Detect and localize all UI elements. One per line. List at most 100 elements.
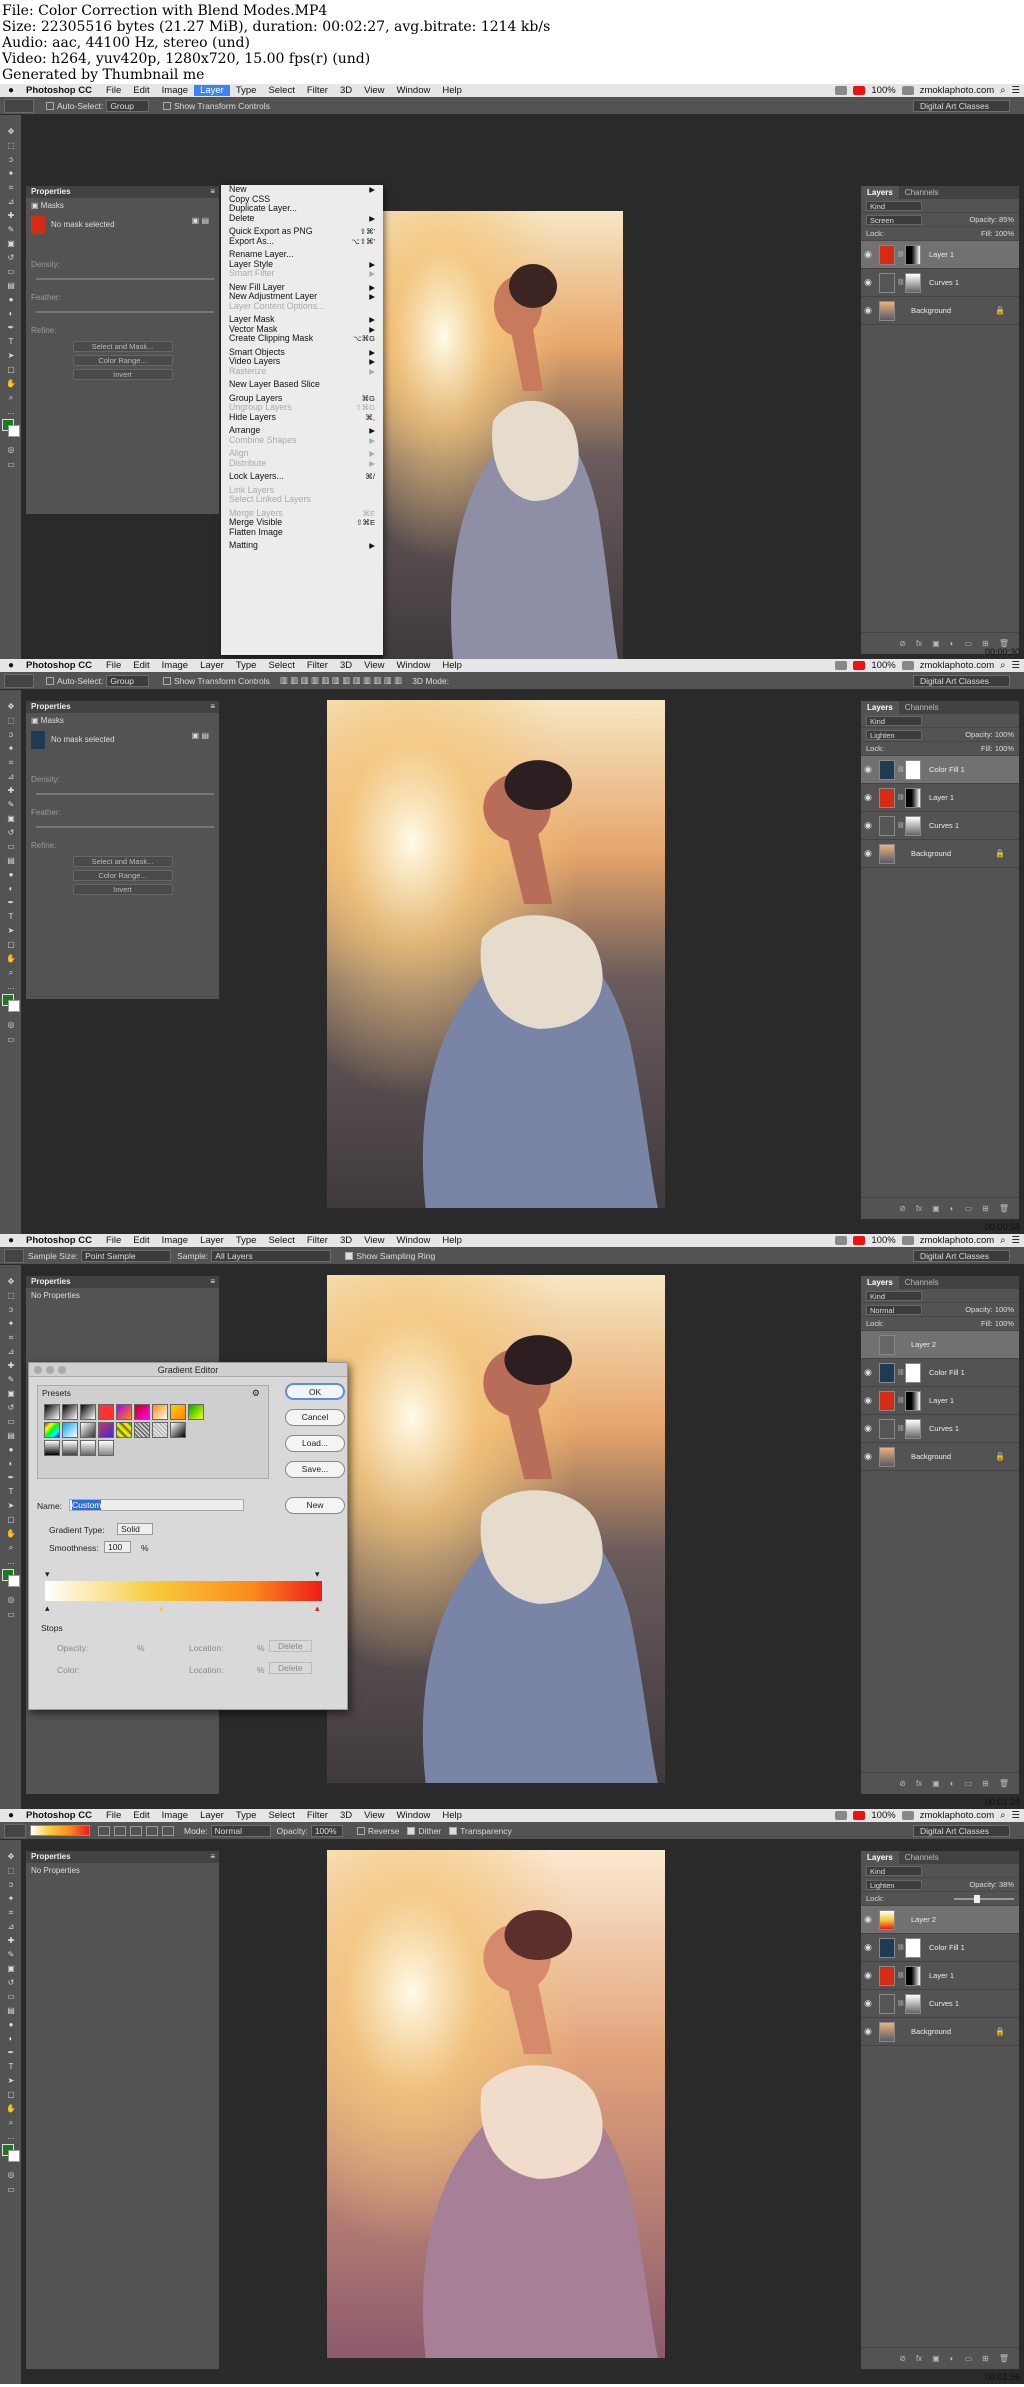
menu-file[interactable]: File [100,85,127,96]
folder-icon[interactable]: ▭ [965,639,973,648]
tab-layers[interactable]: Layers [861,701,899,714]
stamp-icon[interactable]: ▣ [5,239,17,249]
preset-swatch[interactable] [116,1422,132,1438]
menu-select[interactable]: Select [262,85,300,96]
group-dropdown[interactable]: Group [106,99,149,112]
workspace-dropdown[interactable]: Digital Art Classes [913,100,1010,112]
gradient-icon[interactable]: ▤ [5,281,17,291]
eye-icon[interactable]: ◉ [861,249,875,260]
new-button[interactable]: New [285,1497,345,1514]
menu-filter[interactable]: Filter [301,660,334,671]
menu-file[interactable]: File [100,1235,127,1246]
tab-channels[interactable]: Channels [899,1276,945,1289]
gear-icon[interactable]: ⚙ [252,1388,260,1399]
layer-row[interactable]: ◉ ⛓ Layer 1 [861,1962,1019,1990]
preset-swatch[interactable] [152,1422,168,1438]
quick-mask-icon[interactable]: ◎ [5,2170,17,2180]
fx-icon[interactable]: fx [916,1779,922,1788]
history-brush-icon[interactable]: ↺ [5,1978,17,1988]
dodge-icon[interactable]: ◐ [5,1459,17,1469]
folder-icon[interactable]: ▭ [965,1779,973,1788]
photo-canvas[interactable] [327,700,665,1208]
trash-icon[interactable]: 🗑 [999,1779,1009,1788]
menu-item[interactable]: Hide Layers ⌘, [221,412,383,423]
marquee-icon[interactable]: ⬚ [5,1291,17,1301]
crop-icon[interactable]: ⌗ [5,758,17,768]
layer-row[interactable]: ◉ ⛓ Layer 1 [861,241,1019,269]
workspace-dropdown[interactable]: Digital Art Classes [913,1250,1010,1262]
zoom-icon[interactable]: ⌕ [5,1543,17,1553]
folder-icon[interactable]: ▭ [965,2354,973,2363]
eye-icon[interactable]: ◉ [861,820,875,831]
menu-help[interactable]: Help [436,660,468,671]
opacity-value[interactable]: 85% [999,215,1014,224]
adjustment-icon[interactable]: ◐ [950,1779,955,1788]
healing-icon[interactable]: ✚ [5,786,17,796]
opacity-value[interactable]: 38% [999,1880,1014,1889]
stamp-icon[interactable]: ▣ [5,1964,17,1974]
background-color-swatch[interactable] [8,1000,20,1012]
preset-swatch[interactable] [62,1404,78,1420]
menu-window[interactable]: Window [391,660,437,671]
shape-icon[interactable]: ▢ [5,940,17,950]
link-icon[interactable]: ⊘ [899,1204,906,1213]
apple-icon[interactable]: ● [0,1235,22,1246]
workspace-dropdown[interactable]: Digital Art Classes [913,675,1010,687]
preset-swatch[interactable] [152,1404,168,1420]
more-icon[interactable]: … [5,982,17,992]
layer-row[interactable]: ◉ Background 🔒 [861,297,1019,325]
opacity-slider-thumb[interactable] [974,1894,980,1903]
menu-help[interactable]: Help [436,1235,468,1246]
path-select-icon[interactable]: ➤ [5,351,17,361]
layer-row[interactable]: ◉ ⛓ Curves 1 [861,812,1019,840]
menu-select[interactable]: Select [262,1810,300,1821]
menu-3d[interactable]: 3D [334,85,358,96]
add-mask-icon[interactable]: ▣ [932,2354,940,2363]
select-mask-button[interactable]: Select and Mask... [72,856,173,867]
menu-select[interactable]: Select [262,660,300,671]
shape-icon[interactable]: ▢ [5,2090,17,2100]
menu-type[interactable]: Type [230,660,263,671]
preset-swatch[interactable] [62,1422,78,1438]
search-icon[interactable]: ⌕ [1000,660,1005,671]
density-slider[interactable] [36,278,214,280]
mode-dropdown[interactable]: Normal [210,1824,271,1837]
quick-mask-icon[interactable]: ◎ [5,1020,17,1030]
magic-wand-icon[interactable]: ✦ [5,744,17,754]
quick-mask-icon[interactable]: ◎ [5,445,17,455]
background-color-swatch[interactable] [8,2150,20,2162]
kind-filter[interactable]: Kind [866,1865,922,1876]
delete-opacity-button[interactable]: Delete [269,1640,312,1652]
marquee-icon[interactable]: ⬚ [5,716,17,726]
add-mask-icon[interactable]: ▣ [932,1204,940,1213]
color-stop-white[interactable]: ▴ [45,1603,50,1614]
menu-view[interactable]: View [358,1235,390,1246]
tab-channels[interactable]: Channels [899,1851,945,1864]
gradient-tool-icon[interactable] [4,1823,26,1838]
blur-icon[interactable]: ● [5,295,17,305]
menu-layer[interactable]: Layer [194,85,230,96]
opacity-value[interactable]: 100% [995,1305,1014,1314]
shape-icon[interactable]: ▢ [5,365,17,375]
opacity-value[interactable]: 100% [995,730,1014,739]
eye-icon[interactable]: ◉ [861,1914,875,1925]
kind-filter[interactable]: Kind [866,1290,922,1301]
gradient-icon[interactable]: ▤ [5,856,17,866]
move-tool-icon[interactable] [4,98,34,113]
diamond-gradient-icon[interactable] [162,1825,174,1836]
color-stop-red[interactable]: ▴ [315,1603,320,1614]
adjustment-icon[interactable]: ◐ [950,1204,955,1213]
color-stop-yellow[interactable]: ▴ [159,1603,164,1614]
healing-icon[interactable]: ✚ [5,1361,17,1371]
invert-button[interactable]: Invert [72,884,173,895]
mask-thumbnail[interactable] [905,1418,921,1439]
eye-icon[interactable]: ◉ [861,792,875,803]
save-button[interactable]: Save... [285,1461,345,1478]
layer-row[interactable]: ◉ ⛓ Layer 1 [861,1387,1019,1415]
blend-mode-dropdown[interactable]: Normal [866,1304,922,1315]
magic-wand-icon[interactable]: ✦ [5,169,17,179]
panel-menu-icon[interactable]: ≡ [210,186,215,198]
invert-button[interactable]: Invert [72,369,173,380]
dither-checkbox[interactable] [407,1826,416,1835]
menu-view[interactable]: View [358,660,390,671]
